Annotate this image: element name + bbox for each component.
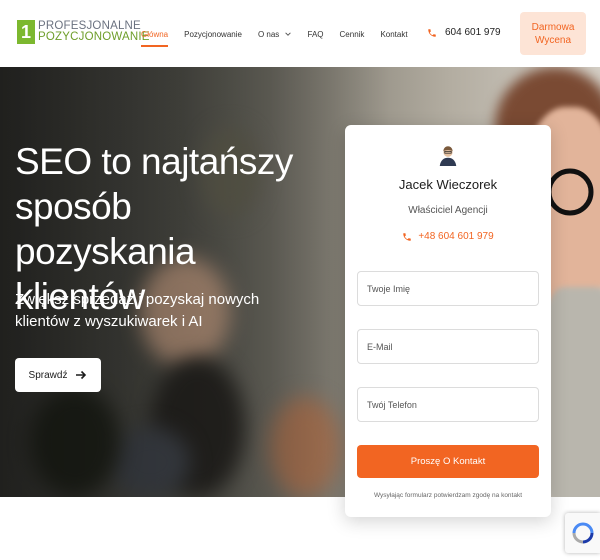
nav-item-cennik[interactable]: Cennik [340,24,365,45]
agent-phone-link[interactable]: +48 604 601 979 [345,231,551,242]
site-logo[interactable]: 1 PROFESJONALNE POZYCJONOWANIE [17,18,150,46]
agent-role: Właściciel Agencji [408,205,488,216]
nav-item-kontakt[interactable]: Kontakt [380,24,407,45]
header-phone-number: 604 601 979 [445,27,501,38]
email-field[interactable] [357,329,539,364]
check-button-label: Sprawdź [28,369,68,381]
recaptcha-icon [572,522,593,544]
free-quote-line-2: Wycena [534,34,572,46]
site-header: 1 PROFESJONALNE POZYCJONOWANIE Główna Po… [0,0,600,67]
nav-item-faq[interactable]: FAQ [308,24,324,45]
agent-phone-number: +48 604 601 979 [418,231,494,242]
phone-field[interactable] [357,387,539,422]
check-button[interactable]: Sprawdź [15,358,101,392]
name-field[interactable] [357,271,539,306]
phone-icon [428,28,436,37]
arrow-right-icon [76,370,87,380]
main-nav: Główna Pozycjonowanie O nas FAQ Cennik K… [141,22,424,47]
avatar-icon [437,144,459,166]
contact-form-card: Jacek Wieczorek Właściciel Agencji +48 6… [345,125,551,517]
logo-mark: 1 [17,20,35,44]
free-quote-button[interactable]: Darmowa Wycena [520,12,586,55]
nav-item-pozycjonowanie[interactable]: Pozycjonowanie [184,24,242,45]
chevron-down-icon [284,32,291,37]
logo-line-2: POZYCJONOWANIE [38,31,150,43]
free-quote-line-1: Darmowa [531,21,575,33]
recaptcha-badge[interactable] [565,513,600,553]
hero-subtitle: Zwiększ sprzedaż i pozyskaj nowych klien… [15,291,260,330]
agent-name: Jacek Wieczorek [398,177,498,192]
nav-item-o-nas-label: O nas [257,29,280,39]
consent-note: Wysyłając formularz potwierdzam zgodę na… [373,492,523,499]
nav-item-o-nas[interactable]: O nas [258,24,292,45]
nav-item-glowna[interactable]: Główna [141,24,169,47]
submit-contact-button[interactable]: Proszę O Kontakt [357,445,539,478]
header-phone-link[interactable]: 604 601 979 [427,27,501,38]
phone-icon [403,232,412,241]
